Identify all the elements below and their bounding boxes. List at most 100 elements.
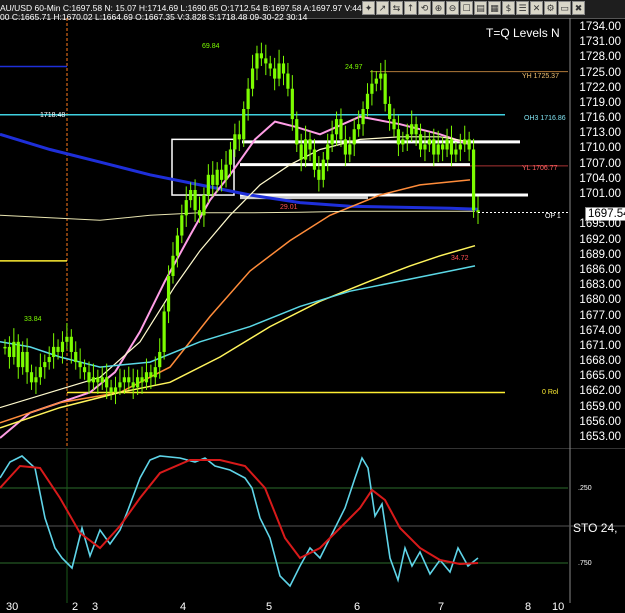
- grid-icon[interactable]: ▦: [488, 1, 501, 15]
- price-chart[interactable]: [0, 18, 625, 448]
- candle-body: [441, 144, 445, 150]
- date-label: 10: [552, 601, 565, 613]
- price-label: 1686.00: [579, 263, 621, 276]
- zoom-icon[interactable]: ⊕: [432, 1, 445, 15]
- annotation-op: OP 1: [545, 213, 561, 220]
- price-label: 1671.00: [579, 339, 621, 352]
- candle-body: [122, 377, 126, 383]
- candle-body: [87, 372, 91, 383]
- candle-body: [396, 129, 401, 145]
- chart-icon[interactable]: ▤: [474, 1, 487, 15]
- date-label: 7: [438, 601, 445, 613]
- price-label: 1653.00: [579, 431, 621, 443]
- lock-icon[interactable]: ☐: [460, 1, 473, 15]
- candle-body: [321, 159, 325, 180]
- candle-body: [52, 346, 56, 358]
- toolbar: ✦ ↗ ⇆ ↑ ⟲ ⊕ ⊖ ☐ ▤ ▦ $ ☰ ✕ ⚙ ▭ ✖: [362, 1, 585, 17]
- candle-body: [140, 377, 144, 383]
- refresh-icon[interactable]: ⟲: [418, 1, 431, 15]
- candle-body: [463, 139, 467, 145]
- candle-body: [436, 144, 440, 155]
- candle-body: [175, 235, 180, 256]
- annotation-left-level: 1718.48: [40, 112, 66, 119]
- close-icon[interactable]: ✕: [530, 1, 543, 15]
- window-icon[interactable]: ▭: [558, 1, 571, 15]
- candle-body: [286, 73, 290, 89]
- candle-body: [454, 149, 458, 155]
- candle-body: [29, 372, 34, 383]
- candle-body: [370, 83, 374, 94]
- price-label: 1728.00: [579, 51, 621, 64]
- menu-icon[interactable]: ☰: [516, 1, 529, 15]
- candle-body: [65, 336, 69, 342]
- candle-body: [220, 169, 224, 180]
- price-label: 1689.00: [579, 248, 621, 261]
- candle-body: [303, 139, 308, 160]
- date-label: 8: [525, 601, 532, 613]
- candle-body: [171, 255, 175, 277]
- candle-body: [162, 311, 166, 352]
- candle-body: [91, 377, 96, 383]
- arrow-icon[interactable]: ↑: [404, 1, 417, 15]
- candle-body: [334, 119, 339, 135]
- price-label: 1719.00: [579, 96, 621, 109]
- candle-body: [233, 134, 237, 150]
- candle-body: [197, 210, 202, 216]
- candle-body: [387, 103, 392, 120]
- candle-body: [153, 367, 157, 378]
- candle-body: [118, 382, 122, 388]
- candle-body: [105, 377, 109, 388]
- price-label: 1692.00: [579, 233, 621, 246]
- candle-body: [193, 189, 197, 211]
- candle-body: [21, 351, 25, 368]
- price-label: 1695.00: [579, 218, 621, 231]
- candle-body: [7, 346, 12, 358]
- candle-body: [242, 108, 246, 140]
- price-label: 1683.00: [579, 279, 621, 292]
- price-label: 1710.00: [579, 142, 621, 155]
- candle-body: [166, 276, 171, 312]
- candle-body: [418, 134, 423, 150]
- candle-body: [250, 68, 255, 89]
- candle-body: [180, 215, 184, 236]
- text-icon[interactable]: ⊖: [446, 1, 459, 15]
- candle-body: [361, 108, 365, 125]
- candle-body: [264, 58, 268, 64]
- candle-body: [144, 372, 149, 383]
- annotation-mid-red: 29.01: [280, 204, 298, 211]
- date-axis[interactable]: 30 2 3 4 5 6 7 8 10: [0, 601, 625, 613]
- candle-body: [34, 377, 38, 383]
- candle-body: [82, 367, 87, 373]
- candle-body: [277, 63, 281, 79]
- candle-body: [12, 341, 16, 358]
- candle-body: [357, 124, 361, 130]
- price-label: 1725.00: [579, 66, 621, 79]
- date-label: 5: [266, 601, 273, 613]
- osc-tick-750: .750: [578, 560, 592, 567]
- ma-flat: [0, 210, 475, 221]
- candle-body: [432, 139, 436, 155]
- osc-tick-250: .250: [578, 485, 592, 492]
- crosshair-icon[interactable]: ↗: [376, 1, 389, 15]
- candle-body: [467, 139, 471, 150]
- candle-body: [211, 174, 215, 185]
- candle-body: [109, 387, 113, 393]
- annotation-oh3: OH3 1716.86: [524, 115, 566, 122]
- price-label: 1716.00: [579, 112, 621, 125]
- trendline-icon[interactable]: ⇆: [390, 1, 403, 15]
- candle-body: [383, 73, 387, 104]
- dollar-icon[interactable]: $: [502, 1, 515, 15]
- candle-body: [259, 53, 263, 59]
- pointer-icon[interactable]: ✦: [362, 1, 375, 15]
- candle-body: [16, 341, 20, 368]
- x-icon[interactable]: ✖: [572, 1, 585, 15]
- candle-body: [423, 144, 427, 150]
- stochastic-oscillator[interactable]: [0, 448, 625, 603]
- candle-body: [401, 139, 405, 145]
- price-label: 1662.00: [579, 385, 621, 398]
- settings-icon[interactable]: ⚙: [544, 1, 557, 15]
- candle-body: [449, 139, 454, 155]
- candle-body: [202, 195, 206, 216]
- candle-body: [136, 377, 140, 388]
- annotation-low-left: 33.84: [24, 316, 42, 323]
